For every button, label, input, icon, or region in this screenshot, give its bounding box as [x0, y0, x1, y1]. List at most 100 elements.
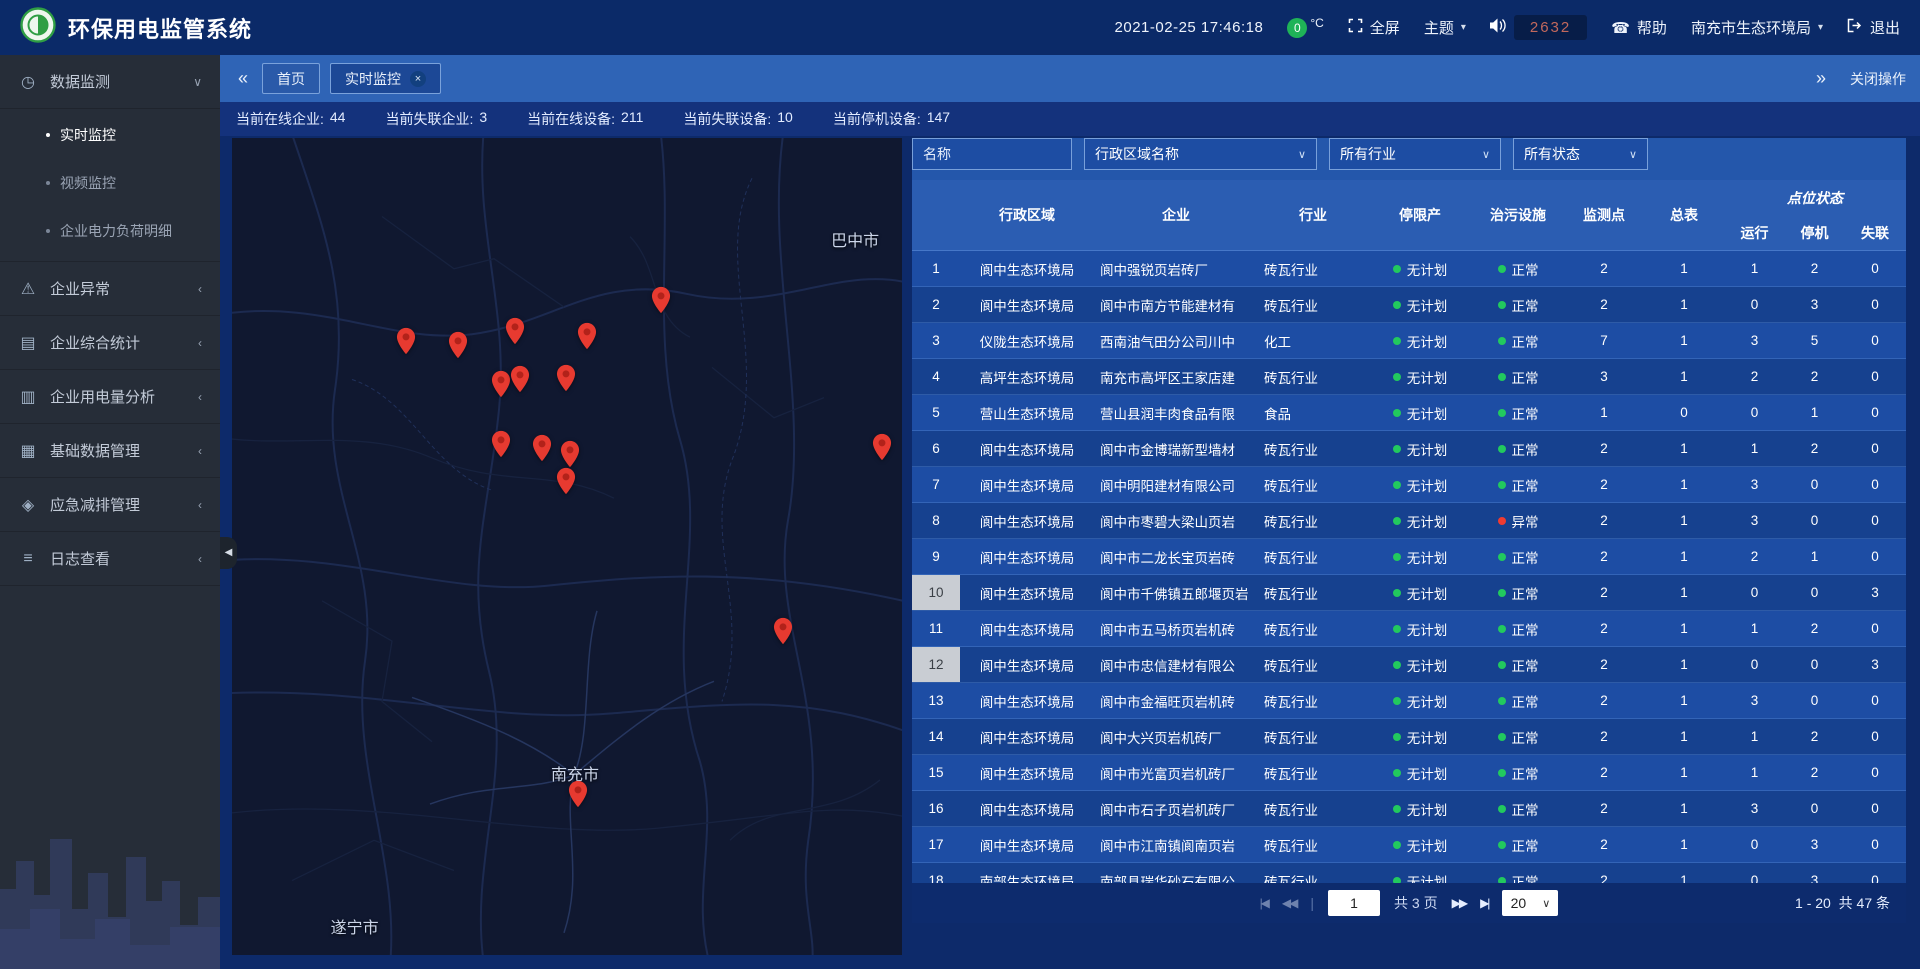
- industry-select[interactable]: 所有行业 ∨: [1329, 138, 1501, 170]
- table-row[interactable]: 6 阆中生态环境局 阆中市金博瑞新型墙材 砖瓦行业 无计划 正常 2 1 1 2…: [912, 431, 1906, 467]
- map-pin-icon[interactable]: [448, 331, 468, 359]
- fullscreen-button[interactable]: 全屏: [1348, 17, 1400, 38]
- cell-index: 8: [912, 503, 960, 538]
- table-row[interactable]: 15 阆中生态环境局 阆中市光富页岩机砖厂 砖瓦行业 无计划 正常 2 1 1 …: [912, 755, 1906, 791]
- map-pin-icon[interactable]: [510, 365, 530, 393]
- cell-offline: 0: [1844, 251, 1906, 286]
- org-dropdown[interactable]: 南充市生态环境局 ▾: [1691, 17, 1823, 38]
- map-pin-icon[interactable]: [773, 617, 793, 645]
- table-row[interactable]: 16 阆中生态环境局 阆中市石子页岩机砖厂 砖瓦行业 无计划 正常 2 1 3 …: [912, 791, 1906, 827]
- table-row[interactable]: 8 阆中生态环境局 阆中市枣碧大梁山页岩 砖瓦行业 无计划 异常 2 1 3 0…: [912, 503, 1906, 539]
- sidebar-item[interactable]: ▥ 企业用电量分析 ‹: [0, 370, 220, 424]
- row-index: 3: [932, 333, 940, 348]
- close-operations-button[interactable]: 关闭操作: [1850, 69, 1906, 89]
- table-row[interactable]: 4 高坪生态环境局 南充市高坪区王家店建 砖瓦行业 无计划 正常 3 1 2 2…: [912, 359, 1906, 395]
- sidebar-item[interactable]: ▦ 基础数据管理 ‹: [0, 424, 220, 478]
- sidebar-item[interactable]: ▤ 企业综合统计 ‹: [0, 316, 220, 370]
- map-panel[interactable]: 巴中市南充市遂宁市: [232, 138, 902, 955]
- region-select-value: 行政区域名称: [1095, 144, 1179, 164]
- cell-meters: 1: [1644, 683, 1724, 718]
- tabs-scroll-right-icon[interactable]: »: [1812, 68, 1830, 89]
- status-dot: [1498, 841, 1506, 849]
- cell-facility: 正常: [1472, 323, 1564, 358]
- page-size-select[interactable]: 20 ∨: [1502, 890, 1558, 916]
- col-region: 行政区域: [960, 180, 1094, 250]
- tab-realtime-monitor[interactable]: 实时监控 ×: [330, 63, 441, 94]
- map-pin-icon[interactable]: [396, 327, 416, 355]
- table-row[interactable]: 18 南部生态环境局 南部县瑞华砂石有限公 砖瓦行业 无计划 正常 2 1 0 …: [912, 863, 1906, 883]
- stats-icon: ▤: [18, 333, 38, 353]
- map-pin-icon[interactable]: [491, 370, 511, 398]
- map-pin-icon[interactable]: [491, 430, 511, 458]
- name-search-input[interactable]: [912, 138, 1072, 170]
- fullscreen-icon: [1348, 18, 1363, 37]
- map-pin-icon[interactable]: [651, 286, 671, 314]
- tab-home[interactable]: 首页: [262, 63, 320, 94]
- bullet-icon: [46, 181, 50, 185]
- table-row[interactable]: 11 阆中生态环境局 阆中市五马桥页岩机砖 砖瓦行业 无计划 正常 2 1 1 …: [912, 611, 1906, 647]
- cell-industry: 砖瓦行业: [1258, 467, 1368, 502]
- cell-company: 阆中市南方节能建材有: [1094, 287, 1258, 322]
- sidebar-subitem[interactable]: 实时监控: [0, 111, 220, 159]
- cell-limit: 无计划: [1368, 539, 1472, 574]
- map-pin-icon[interactable]: [532, 434, 552, 462]
- map-pin-icon[interactable]: [505, 317, 525, 345]
- cell-index: 5: [912, 395, 960, 430]
- map-pin-icon[interactable]: [560, 440, 580, 468]
- cell-region: 仪陇生态环境局: [960, 323, 1094, 358]
- stat-value: 147: [927, 109, 950, 129]
- table-row[interactable]: 2 阆中生态环境局 阆中市南方节能建材有 砖瓦行业 无计划 正常 2 1 0 3…: [912, 287, 1906, 323]
- phone-icon: ☎: [1611, 19, 1630, 37]
- table-row[interactable]: 14 阆中生态环境局 阆中大兴页岩机砖厂 砖瓦行业 无计划 正常 2 1 1 2…: [912, 719, 1906, 755]
- logout-button[interactable]: 退出: [1847, 17, 1900, 38]
- alarm-widget[interactable]: 2632: [1490, 15, 1587, 40]
- last-page-icon[interactable]: ▶|: [1480, 896, 1488, 910]
- table-row[interactable]: 7 阆中生态环境局 阆中明阳建材有限公司 砖瓦行业 无计划 正常 2 1 3 0…: [912, 467, 1906, 503]
- table-row[interactable]: 5 营山生态环境局 营山县润丰肉食品有限 食品 无计划 正常 1 0 0 1 0: [912, 395, 1906, 431]
- map-pin-icon[interactable]: [568, 780, 588, 808]
- sidebar-subitem[interactable]: 企业电力负荷明细: [0, 207, 220, 255]
- fullscreen-label: 全屏: [1370, 17, 1400, 38]
- collapse-sidebar-button[interactable]: ◀: [220, 537, 237, 569]
- cell-industry: 砖瓦行业: [1258, 611, 1368, 646]
- cell-stopped: 5: [1785, 323, 1844, 358]
- city-skyline-decoration: [0, 769, 220, 969]
- map-pin-icon[interactable]: [556, 467, 576, 495]
- temperature-value: 0: [1287, 18, 1307, 38]
- theme-dropdown[interactable]: 主题 ▾: [1424, 17, 1466, 38]
- app-title: 环保用电监管系统: [68, 12, 252, 44]
- table-row[interactable]: 9 阆中生态环境局 阆中市二龙长宝页岩砖 砖瓦行业 无计划 正常 2 1 2 1…: [912, 539, 1906, 575]
- cell-industry: 砖瓦行业: [1258, 503, 1368, 538]
- sidebar-item[interactable]: ⚠ 企业异常 ‹: [0, 262, 220, 316]
- sidebar-item[interactable]: ◈ 应急减排管理 ‹: [0, 478, 220, 532]
- tab-close-icon[interactable]: ×: [410, 71, 426, 87]
- prev-page-icon[interactable]: ◀◀: [1282, 896, 1296, 910]
- map-pin-icon[interactable]: [556, 364, 576, 392]
- page-number-input[interactable]: [1328, 890, 1380, 916]
- status-select[interactable]: 所有状态 ∨: [1513, 138, 1648, 170]
- sidebar-item[interactable]: ◷ 数据监测 ∨: [0, 55, 220, 109]
- cell-company: 阆中市金博瑞新型墙材: [1094, 431, 1258, 466]
- cell-facility: 正常: [1472, 683, 1564, 718]
- region-select[interactable]: 行政区域名称 ∨: [1084, 138, 1317, 170]
- cell-stopped: 2: [1785, 431, 1844, 466]
- tabs-scroll-left-icon[interactable]: «: [234, 68, 252, 89]
- map-pin-icon[interactable]: [577, 322, 597, 350]
- row-index: 4: [932, 369, 940, 384]
- cell-running: 1: [1724, 719, 1785, 754]
- table-row[interactable]: 17 阆中生态环境局 阆中市江南镇阆南页岩 砖瓦行业 无计划 正常 2 1 0 …: [912, 827, 1906, 863]
- next-page-icon[interactable]: ▶▶: [1452, 896, 1466, 910]
- sidebar-item[interactable]: ≡ 日志查看 ‹: [0, 532, 220, 586]
- table-row[interactable]: 10 阆中生态环境局 阆中市千佛镇五郎堰页岩 砖瓦行业 无计划 正常 2 1 0…: [912, 575, 1906, 611]
- first-page-icon[interactable]: |◀: [1260, 896, 1268, 910]
- map-pin-icon[interactable]: [872, 433, 892, 461]
- cell-limit: 无计划: [1368, 323, 1472, 358]
- table-row[interactable]: 13 阆中生态环境局 阆中市金福旺页岩机砖 砖瓦行业 无计划 正常 2 1 3 …: [912, 683, 1906, 719]
- sidebar-subitem[interactable]: 视频监控: [0, 159, 220, 207]
- help-button[interactable]: ☎ 帮助: [1611, 17, 1667, 38]
- col-meters: 总表: [1644, 180, 1724, 250]
- table-row[interactable]: 1 阆中生态环境局 阆中强锐页岩砖厂 砖瓦行业 无计划 正常 2 1 1 2 0: [912, 251, 1906, 287]
- table-row[interactable]: 3 仪陇生态环境局 西南油气田分公司川中 化工 无计划 正常 7 1 3 5 0: [912, 323, 1906, 359]
- table-row[interactable]: 12 阆中生态环境局 阆中市忠信建材有限公 砖瓦行业 无计划 正常 2 1 0 …: [912, 647, 1906, 683]
- cell-meters: 0: [1644, 395, 1724, 430]
